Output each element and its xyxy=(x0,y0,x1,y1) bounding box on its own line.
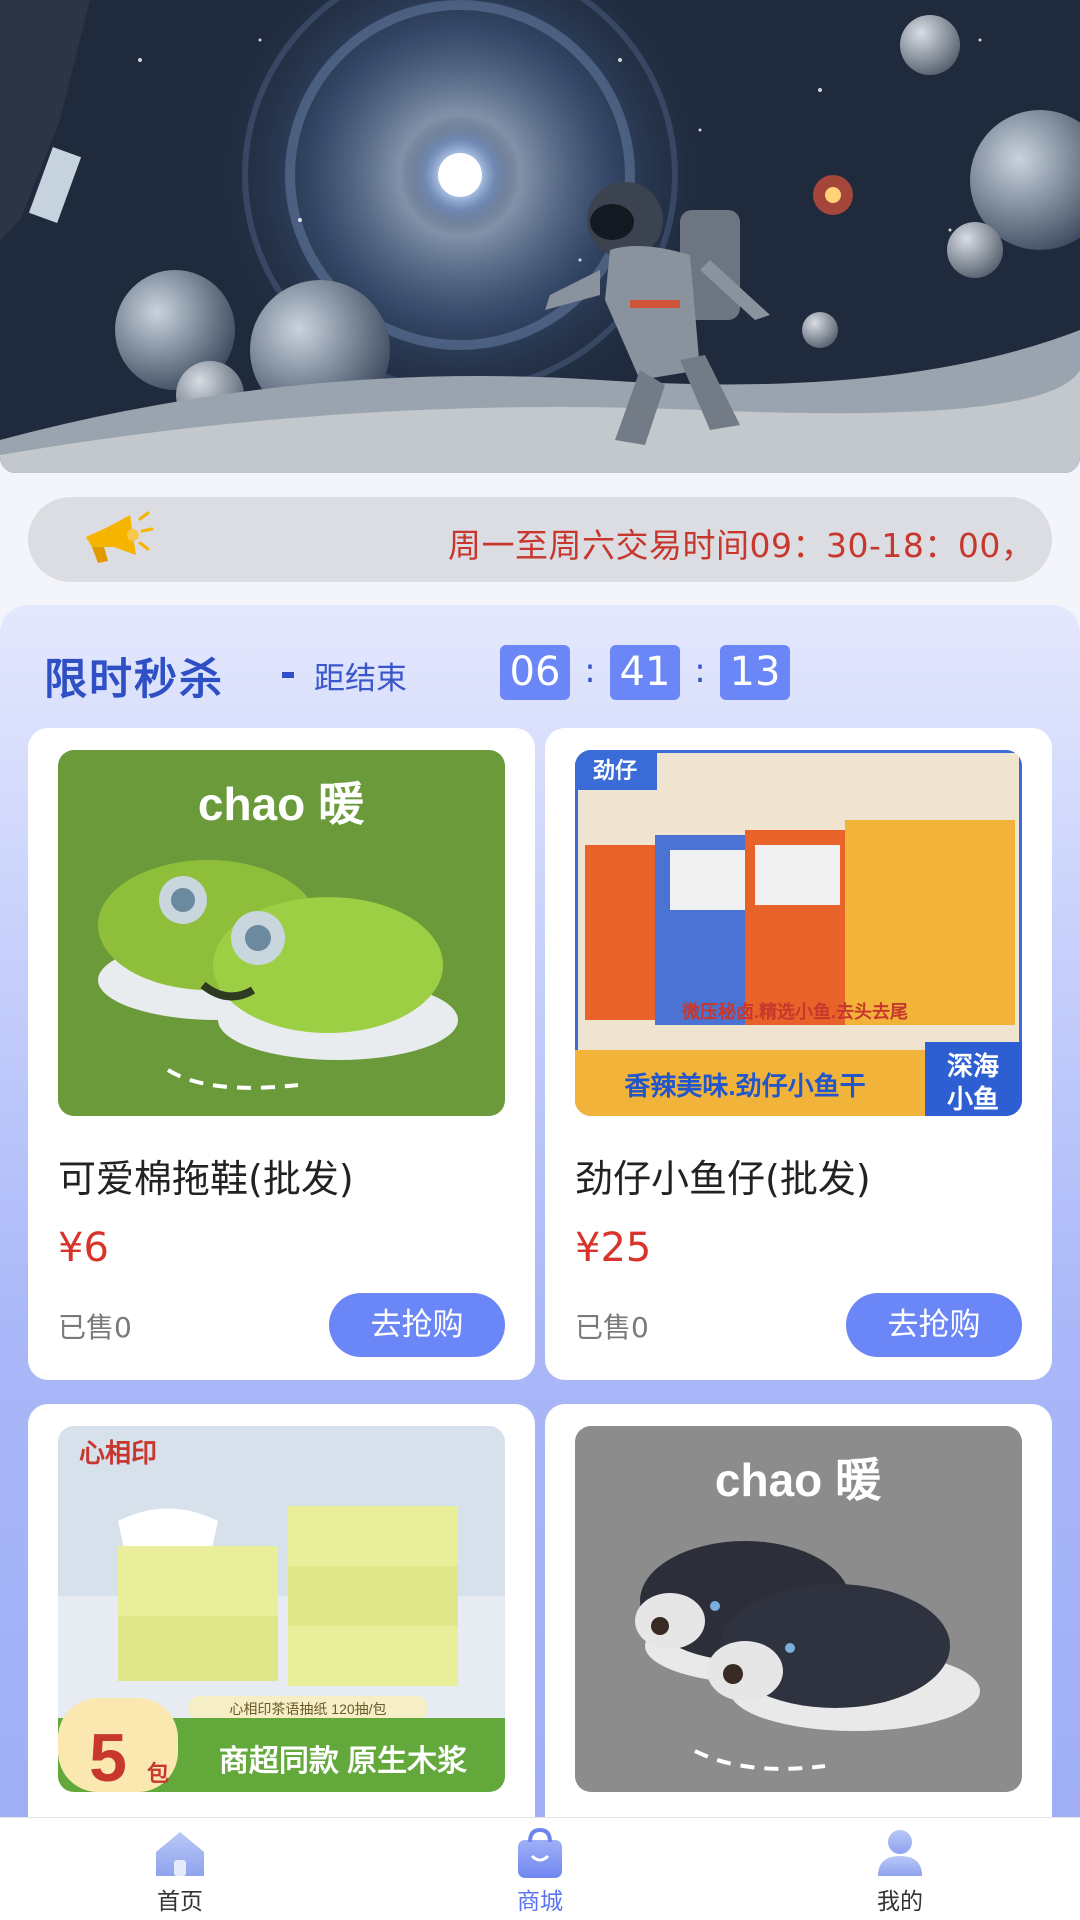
product-name: 可爱棉拖鞋(批发) xyxy=(58,1157,354,1201)
image-brand-text: chao 暖 xyxy=(715,1454,882,1506)
image-tagline-1: 微压秘卤.精选小鱼.去头去尾 xyxy=(681,1001,908,1022)
tab-label: 首页 xyxy=(157,1889,203,1915)
hero-banner[interactable] xyxy=(0,0,1080,473)
countdown-label: 距结束 xyxy=(314,661,407,697)
tab-home[interactable]: 首页 xyxy=(80,1818,280,1920)
countdown-hours: 06 xyxy=(500,645,570,700)
user-icon xyxy=(870,1826,930,1880)
astronaut-illustration xyxy=(0,0,1080,473)
product-price: ¥25 xyxy=(575,1225,652,1271)
image-badge-1: 深海 xyxy=(947,1051,999,1081)
product-price: ¥6 xyxy=(58,1225,109,1271)
notice-text: 周一至周六交易时间09：30-18：00， xyxy=(448,526,1035,565)
tab-label: 我的 xyxy=(877,1889,923,1915)
image-tagline-2: 香辣美味.劲仔小鱼干 xyxy=(624,1071,865,1101)
flash-sale-header: 限时秒杀 距结束 06 : 41 : 13 xyxy=(44,645,1044,705)
product-card[interactable]: chao 暖 可爱棉拖鞋(批发) ¥6 已售0 去抢购 xyxy=(28,728,535,1380)
image-badge-2: 小鱼 xyxy=(947,1084,999,1114)
image-count-text: 5 xyxy=(89,1720,127,1792)
product-sold-count: 已售0 xyxy=(58,1311,132,1344)
buy-now-button[interactable]: 去抢购 xyxy=(329,1293,505,1357)
countdown-separator: : xyxy=(584,651,596,691)
app-page: 周一至周六交易时间09：30-18：00， 限时秒杀 距结束 06 : 41 :… xyxy=(0,0,1080,1920)
tab-mall[interactable]: 商城 xyxy=(440,1818,640,1920)
product-sold-count: 已售0 xyxy=(575,1311,649,1344)
countdown-separator: : xyxy=(694,651,706,691)
image-unit-text: 包 xyxy=(147,1761,169,1786)
product-name: 劲仔小鱼仔(批发) xyxy=(575,1157,871,1201)
image-slogan-text: 商超同款 原生木浆 xyxy=(219,1744,467,1778)
megaphone-icon xyxy=(78,509,156,569)
product-card[interactable]: 劲仔 微压秘卤.精选小鱼.去头去尾 香辣美味.劲仔小鱼干 深海 小鱼 劲仔小鱼仔… xyxy=(545,728,1052,1380)
image-logo-text: 心相印 xyxy=(79,1438,157,1468)
notice-bar[interactable]: 周一至周六交易时间09：30-18：00， xyxy=(28,497,1052,582)
image-pack-text: 心相印茶语抽纸 120抽/包 xyxy=(229,1701,386,1717)
tab-profile[interactable]: 我的 xyxy=(800,1818,1000,1920)
bottom-tab-bar: 首页 商城 我的 xyxy=(0,1817,1080,1920)
flash-sale-title: 限时秒杀 xyxy=(44,655,224,705)
product-image[interactable]: 劲仔 微压秘卤.精选小鱼.去头去尾 香辣美味.劲仔小鱼干 深海 小鱼 xyxy=(575,750,1022,1116)
flash-sale-section: 限时秒杀 距结束 06 : 41 : 13 chao 暖 可爱棉拖鞋(批发) ¥… xyxy=(0,605,1080,1920)
countdown-minutes: 41 xyxy=(610,645,680,700)
home-icon xyxy=(150,1826,210,1880)
shopping-bag-icon xyxy=(510,1826,570,1880)
product-image[interactable]: chao 暖 xyxy=(58,750,505,1116)
buy-now-button[interactable]: 去抢购 xyxy=(846,1293,1022,1357)
countdown-seconds: 13 xyxy=(720,645,790,700)
product-image[interactable]: 心相印 心相印茶语抽纸 120抽/包 5 包 商超同款 原生木浆 xyxy=(58,1426,505,1792)
tab-label: 商城 xyxy=(517,1889,563,1915)
title-divider xyxy=(282,672,294,678)
image-logo-text: 劲仔 xyxy=(593,758,637,783)
image-brand-text: chao 暖 xyxy=(198,778,365,830)
product-image[interactable]: chao 暖 xyxy=(575,1426,1022,1792)
